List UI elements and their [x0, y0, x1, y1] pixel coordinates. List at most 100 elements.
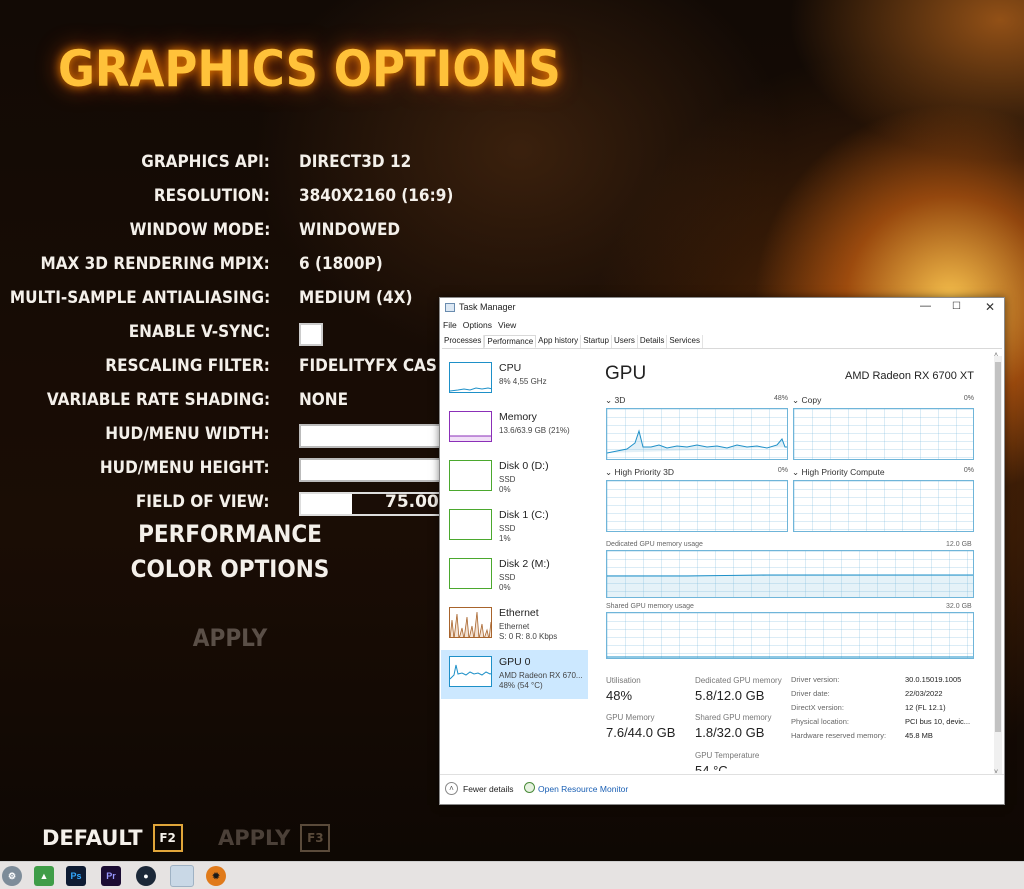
sidebar-item-detail: 13.6/63.9 GB (21%) [499, 426, 570, 435]
setting-variable-rate-shading[interactable]: VARIABLE RATE SHADING: NONE [0, 386, 440, 420]
sidebar-item-detail: 1% [499, 534, 511, 543]
menu-view[interactable]: View [498, 320, 516, 330]
info-label: Hardware reserved memory: [791, 731, 887, 740]
engine-pct-3d: 48% [773, 395, 788, 402]
sidebar-item-label: Memory [499, 411, 537, 423]
sidebar-item-disk-0[interactable]: Disk 0 (D:) SSD 0% [441, 454, 588, 503]
menu-file[interactable]: File [443, 320, 457, 330]
hud-width-slider[interactable] [299, 424, 449, 448]
gpu-memory-label: GPU Memory [606, 713, 655, 722]
engine-label-high-priority-compute[interactable]: ⌄ High Priority Compute [792, 467, 885, 478]
disk-thumbnail [449, 460, 492, 491]
tab-performance[interactable]: Performance [484, 335, 537, 348]
graph-dedicated-memory [606, 550, 974, 598]
setting-max-rendering-mpix[interactable]: MAX 3D RENDERING MPIX: 6 (1800P) [0, 250, 440, 284]
disk-thumbnail [449, 558, 492, 589]
hud-height-slider[interactable] [299, 458, 449, 482]
fewer-details-link[interactable]: Fewer details [463, 784, 514, 794]
setting-resolution[interactable]: RESOLUTION: 3840X2160 (16:9) [0, 182, 453, 216]
maximize-icon[interactable]: ☐ [952, 301, 961, 312]
tab-startup[interactable]: Startup [581, 335, 612, 348]
setting-vsync[interactable]: ENABLE V-SYNC: [0, 318, 440, 352]
setting-msaa[interactable]: MULTI-SAMPLE ANTIALIASING: MEDIUM (4X) [0, 284, 440, 318]
engine-label-3d[interactable]: ⌄ 3D [605, 395, 625, 406]
minimize-icon[interactable]: — [920, 300, 931, 312]
sidebar-item-detail: SSD [499, 573, 516, 582]
tab-strip: Processes Performance App history Startu… [442, 335, 1002, 349]
collapse-icon[interactable]: ˄ [445, 782, 458, 795]
setting-hud-height[interactable]: HUD/MENU HEIGHT: [0, 454, 449, 488]
setting-label: WINDOW MODE: [129, 220, 270, 240]
sidebar-item-detail: S: 0 R: 8.0 Kbps [499, 632, 558, 641]
sidebar-item-detail: SSD [499, 475, 516, 484]
setting-value[interactable]: NONE [299, 390, 348, 410]
memory-thumbnail [449, 411, 492, 442]
tab-processes[interactable]: Processes [442, 335, 485, 348]
f2-key-hint: F2 [152, 824, 183, 852]
premiere-icon[interactable]: Pr [101, 866, 121, 886]
open-resource-monitor-link[interactable]: Open Resource Monitor [538, 784, 628, 794]
graph-shared-memory [606, 612, 974, 659]
tab-users[interactable]: Users [612, 335, 638, 348]
sidebar-item-disk-1[interactable]: Disk 1 (C:) SSD 1% [441, 503, 588, 552]
setting-window-mode[interactable]: WINDOW MODE: WINDOWED [0, 216, 440, 250]
menu-bar: File Options View [443, 320, 516, 330]
gpu-thumbnail [449, 656, 492, 687]
setting-label: MULTI-SAMPLE ANTIALIASING: [9, 288, 270, 308]
setting-label: MAX 3D RENDERING MPIX: [40, 254, 270, 274]
info-label: Physical location: [791, 717, 849, 726]
color-options-link[interactable]: COLOR OPTIONS [131, 555, 330, 583]
menu-options[interactable]: Options [463, 320, 492, 330]
photoshop-icon[interactable]: Ps [66, 866, 86, 886]
tab-services[interactable]: Services [667, 335, 704, 348]
utilisation-label: Utilisation [606, 676, 641, 685]
gpu-heading: GPU [605, 363, 647, 384]
setting-field-of-view[interactable]: FIELD OF VIEW: 75.00 [0, 488, 449, 522]
vsync-checkbox[interactable] [299, 323, 323, 346]
scrollbar[interactable]: ˄ ˅ [994, 352, 1002, 776]
scrollbar-thumb[interactable] [995, 362, 1001, 732]
setting-graphics-api[interactable]: GRAPHICS API: DIRECT3D 12 [0, 148, 440, 182]
sidebar-item-memory[interactable]: Memory 13.6/63.9 GB (21%) [441, 405, 588, 454]
engine-label-high-priority-3d[interactable]: ⌄ High Priority 3D [605, 467, 674, 478]
setting-value[interactable]: DIRECT3D 12 [299, 152, 411, 172]
shared-memory-max: 32.0 GB [946, 603, 972, 610]
sidebar-item-cpu[interactable]: CPU 8% 4,55 GHz [441, 356, 588, 405]
tab-details[interactable]: Details [638, 335, 668, 348]
default-button[interactable]: DEFAULT F2 [42, 824, 183, 852]
task-manager-icon [445, 303, 455, 312]
setting-value[interactable]: 6 (1800P) [299, 254, 383, 274]
task-manager-icon[interactable] [170, 865, 194, 887]
setting-value[interactable]: FIDELITYFX CAS [299, 356, 437, 376]
dedicated-memory-max: 12.0 GB [946, 541, 972, 548]
sidebar-item-ethernet[interactable]: Ethernet Ethernet S: 0 R: 8.0 Kbps [441, 601, 588, 650]
tab-app-history[interactable]: App history [536, 335, 582, 348]
sidebar-item-disk-2[interactable]: Disk 2 (M:) SSD 0% [441, 552, 588, 601]
title-bar[interactable]: Task Manager — ☐ ✕ [440, 298, 1004, 318]
game-icon[interactable]: ✹ [206, 866, 226, 886]
gpu-model: AMD Radeon RX 6700 XT [844, 370, 974, 382]
steam-icon[interactable]: ● [136, 866, 156, 886]
close-icon[interactable]: ✕ [985, 300, 995, 314]
settings-icon[interactable]: ⚙ [2, 866, 22, 886]
engine-label-copy[interactable]: ⌄ Copy [792, 395, 821, 406]
performance-link[interactable]: PERFORMANCE [138, 520, 322, 548]
footer-apply-button[interactable]: APPLY F3 [218, 824, 331, 852]
setting-value[interactable]: 3840X2160 (16:9) [299, 186, 453, 206]
setting-value[interactable]: MEDIUM (4X) [299, 288, 412, 308]
gpu-memory-value: 7.6/44.0 GB [606, 725, 676, 740]
scroll-up-icon[interactable]: ˄ [994, 352, 998, 359]
task-manager-window[interactable]: Task Manager — ☐ ✕ File Options View Pro… [439, 297, 1005, 805]
sidebar-item-detail: Ethernet [499, 622, 530, 631]
task-manager-footer: ˄ Fewer details Open Resource Monitor [440, 774, 1004, 804]
setting-hud-width[interactable]: HUD/MENU WIDTH: [0, 420, 449, 454]
setting-label: RESOLUTION: [154, 186, 270, 206]
setting-rescaling-filter[interactable]: RESCALING FILTER: FIDELITYFX CAS [0, 352, 440, 386]
setting-value[interactable]: WINDOWED [299, 220, 400, 240]
sidebar-item-gpu-0[interactable]: GPU 0 AMD Radeon RX 670... 48% (54 °C) [441, 650, 588, 699]
ethernet-thumbnail [449, 607, 492, 638]
apply-button[interactable]: APPLY [193, 624, 267, 652]
sidebar-item-label: CPU [499, 362, 522, 374]
photo-icon[interactable]: ▲ [34, 866, 54, 886]
setting-label: VARIABLE RATE SHADING: [46, 390, 270, 410]
